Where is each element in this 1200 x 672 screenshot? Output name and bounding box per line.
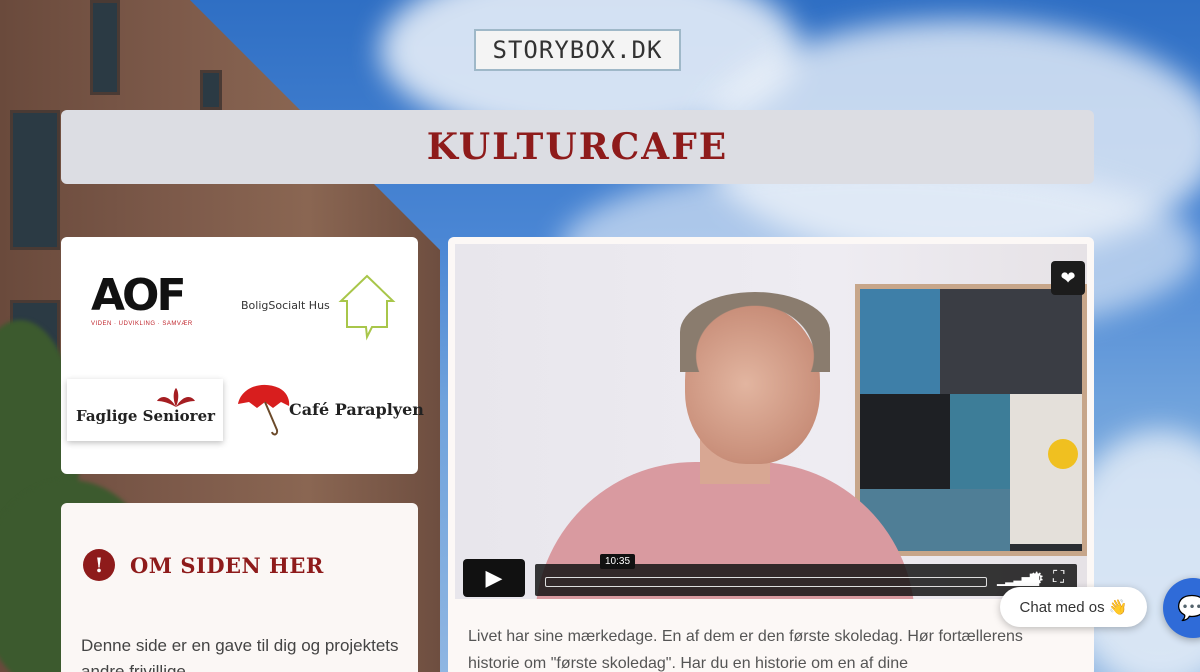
painting-image: [855, 284, 1087, 556]
about-text: Denne side er en gave til dig og projekt…: [81, 636, 399, 672]
page-title: KULTURCAFE: [426, 126, 729, 168]
aof-logo[interactable]: AOF VIDEN · UDVIKLING · SAMVÆR: [91, 273, 201, 328]
about-card: ! OM SIDEN HER Denne side er en gave til…: [61, 503, 418, 672]
time-tooltip: 10:35: [600, 554, 636, 569]
info-icon: !: [83, 549, 115, 581]
gear-icon[interactable]: ⚙: [1029, 569, 1044, 589]
fullscreen-icon[interactable]: ⛶: [1053, 569, 1064, 587]
site-logo[interactable]: STORYBOX.DK: [474, 29, 681, 71]
umbrella-icon: [238, 384, 290, 436]
about-title: OM SIDEN HER: [130, 553, 324, 578]
video-controls: ▶ 10:35 ▁▂▃▅▇ ⚙ ⛶: [463, 554, 1077, 597]
cafe-paraplyen-logo[interactable]: Café Paraplyen: [235, 380, 424, 440]
leaf-icon: [157, 388, 195, 407]
video-card: ❤ ▶ 10:35 ▁▂▃▅▇ ⚙ ⛶ Livet har sine mærke…: [448, 237, 1094, 672]
video-description: Livet har sine mærkedage. En af dem er d…: [468, 628, 1023, 672]
heart-icon[interactable]: ❤: [1051, 261, 1085, 295]
faglige-seniorer-logo[interactable]: Faglige Seniorer: [67, 379, 223, 441]
boligsocialt-hus-logo[interactable]: BoligSocialt Hus: [241, 273, 401, 343]
partner-logos-card: AOF VIDEN · UDVIKLING · SAMVÆR BoligSoci…: [61, 237, 424, 474]
control-bar: 10:35 ▁▂▃▅▇ ⚙ ⛶: [535, 554, 1077, 596]
play-icon[interactable]: ▶: [463, 559, 525, 597]
progress-track[interactable]: [545, 577, 987, 587]
house-icon: [338, 274, 396, 341]
chat-prompt-bubble[interactable]: Chat med os 👋: [1000, 587, 1147, 627]
video-player[interactable]: ❤ ▶ 10:35 ▁▂▃▅▇ ⚙ ⛶: [455, 244, 1087, 599]
page-title-bar: KULTURCAFE: [61, 110, 1094, 184]
